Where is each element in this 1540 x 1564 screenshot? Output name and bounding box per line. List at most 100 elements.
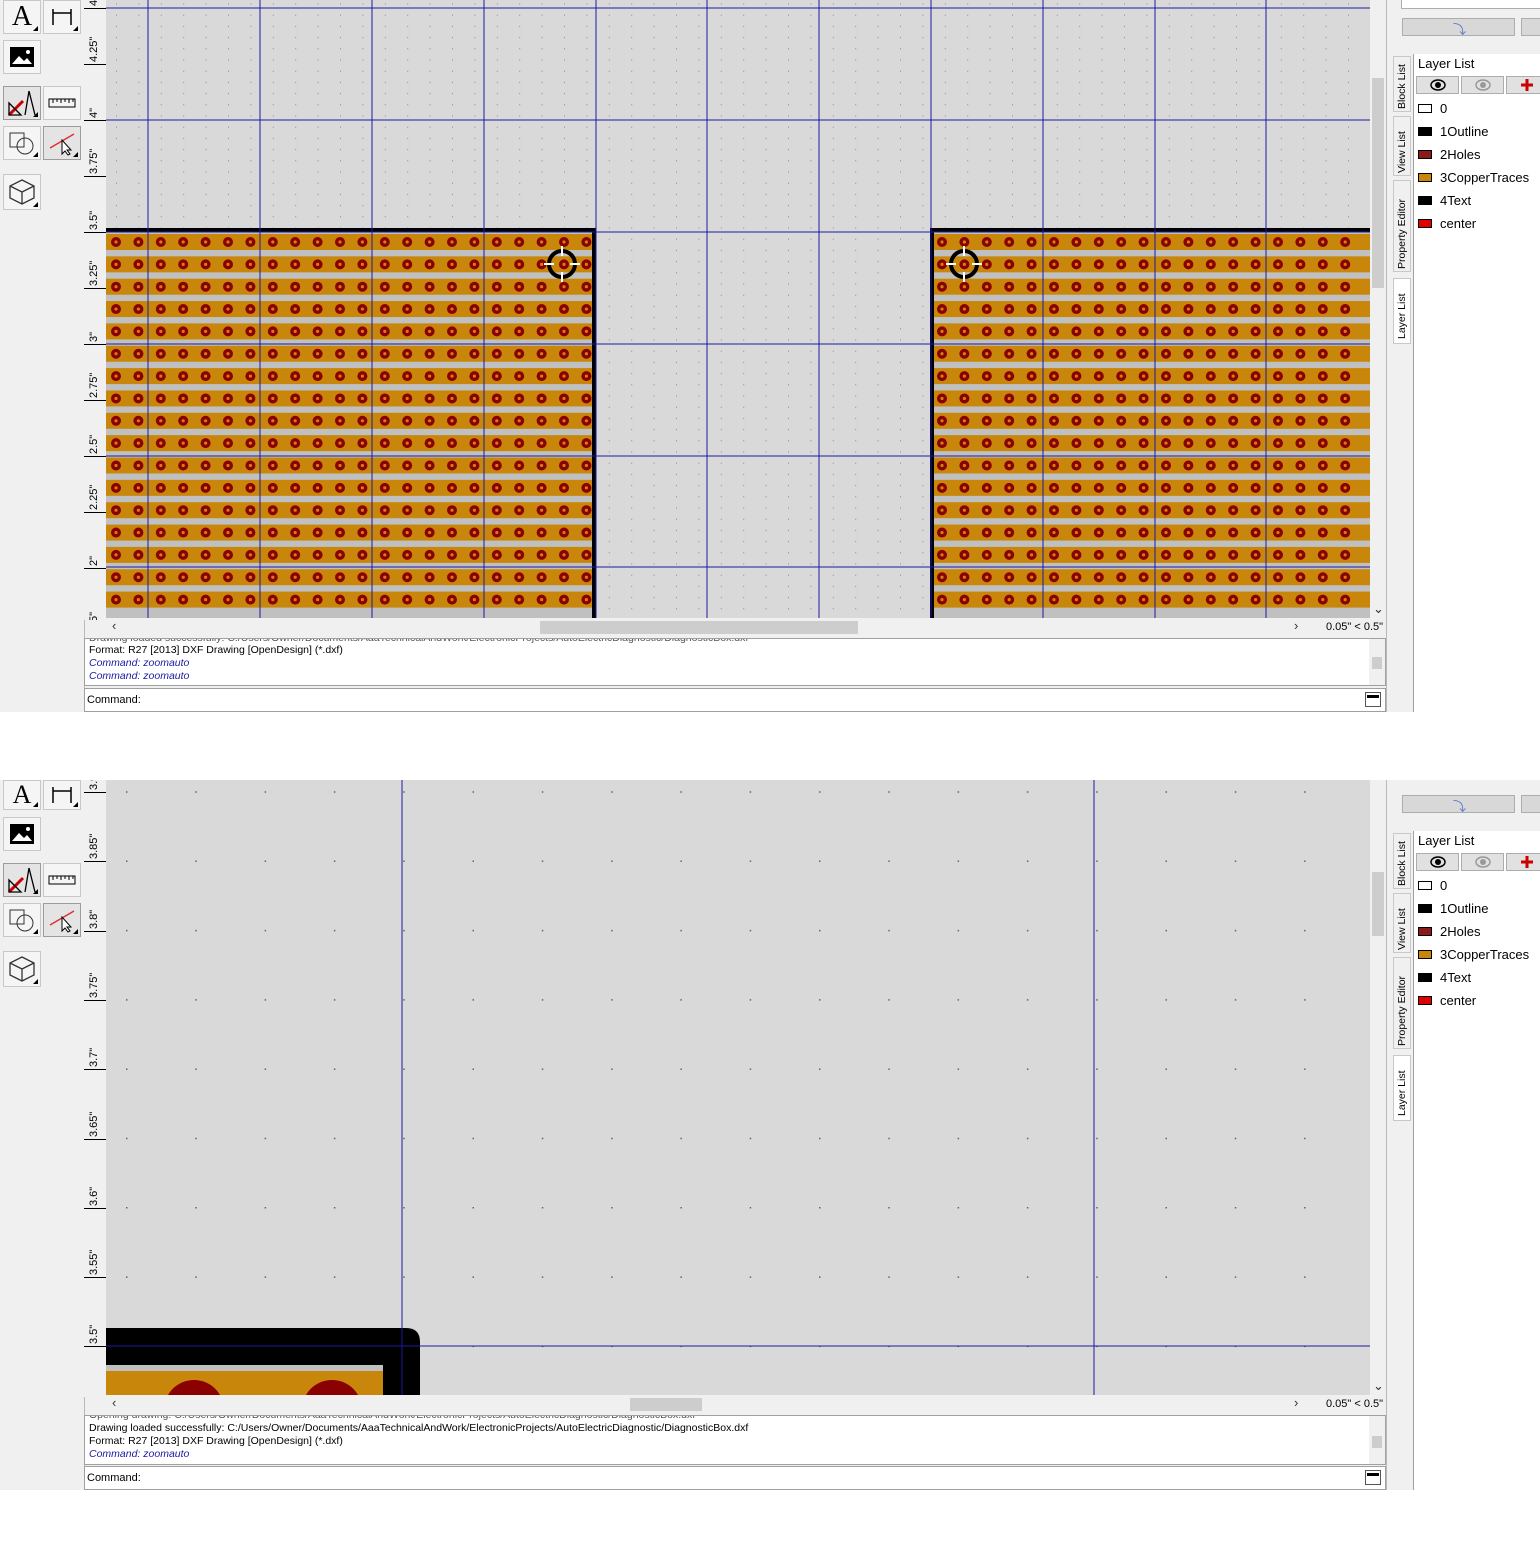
- pad-center: [1343, 419, 1347, 423]
- draw-tool-button[interactable]: [3, 86, 41, 120]
- drawing-canvas[interactable]: [106, 780, 1370, 1397]
- command-input-row[interactable]: Command:: [84, 688, 1386, 712]
- horizontal-scrollbar[interactable]: ‹ ›: [106, 1395, 1370, 1413]
- layer-item[interactable]: 1Outline: [1418, 898, 1488, 918]
- measure-tool-button[interactable]: [43, 86, 81, 120]
- pad-center: [1097, 419, 1101, 423]
- 3d-view-tool-button[interactable]: [3, 174, 41, 210]
- grid-spacing-status: 0.05" < 0.5": [1326, 621, 1384, 633]
- layer-item[interactable]: 4Text: [1418, 190, 1471, 210]
- pad-center: [159, 329, 163, 333]
- 3d-view-tool-button[interactable]: [3, 951, 41, 987]
- vertical-scroll-thumb[interactable]: [1372, 78, 1384, 288]
- vertical-scrollbar[interactable]: ⌄: [1370, 0, 1386, 620]
- measure-tool-button[interactable]: [43, 863, 81, 897]
- scroll-down-icon[interactable]: ⌄: [1373, 1378, 1384, 1394]
- pad-center: [114, 441, 118, 445]
- show-all-layers-button[interactable]: [1416, 853, 1459, 871]
- layer-item[interactable]: 2Holes: [1418, 921, 1480, 941]
- dock-extra-button[interactable]: [1521, 18, 1540, 36]
- dock-down-button[interactable]: ⤵: [1402, 18, 1515, 37]
- pad-center: [962, 262, 967, 266]
- pad-center: [1052, 598, 1056, 602]
- tab-view-list[interactable]: View List: [1393, 893, 1411, 953]
- layer-item[interactable]: 2Holes: [1418, 144, 1480, 164]
- shapes-tool-button[interactable]: [3, 126, 41, 160]
- layer-item[interactable]: 3CopperTraces: [1418, 944, 1529, 964]
- pad-center: [985, 441, 989, 445]
- hide-all-layers-button[interactable]: [1461, 76, 1504, 94]
- layer-item[interactable]: center: [1418, 213, 1476, 233]
- tab-view-list[interactable]: View List: [1393, 116, 1411, 176]
- add-layer-button[interactable]: [1506, 853, 1540, 871]
- tab-property-editor[interactable]: Property Editor: [1393, 180, 1411, 272]
- show-all-layers-button[interactable]: [1416, 76, 1459, 94]
- tab-block-list[interactable]: Block List: [1393, 56, 1411, 112]
- pad-center: [428, 329, 432, 333]
- layer-list-title: Layer List: [1418, 833, 1475, 848]
- hide-all-layers-button[interactable]: [1461, 853, 1504, 871]
- pad-center: [248, 419, 252, 423]
- pad-center: [940, 285, 944, 289]
- pad-center: [962, 486, 967, 490]
- shapes-tool-button[interactable]: [3, 903, 41, 937]
- draw-tool-button[interactable]: [3, 863, 41, 897]
- horizontal-scrollbar[interactable]: ‹ ›: [106, 618, 1370, 636]
- add-layer-button[interactable]: [1506, 76, 1540, 94]
- pad-center: [517, 329, 521, 333]
- select-tool-button[interactable]: [43, 903, 81, 937]
- dock-down-button[interactable]: ⤵: [1402, 795, 1515, 814]
- image-tool-button[interactable]: [3, 40, 41, 74]
- ruler-tick: [84, 64, 106, 65]
- scroll-right-icon[interactable]: ›: [1294, 1395, 1298, 1410]
- layer-item[interactable]: 1Outline: [1418, 121, 1488, 141]
- pad-center: [293, 374, 297, 378]
- pad-center: [405, 307, 409, 311]
- tab-block-list[interactable]: Block List: [1393, 833, 1411, 889]
- pad-center: [1209, 441, 1213, 445]
- layer-item[interactable]: 0: [1418, 98, 1447, 118]
- maximize-console-icon[interactable]: [1365, 692, 1381, 707]
- pad-center: [985, 352, 989, 356]
- tab-layer-list[interactable]: Layer List: [1393, 278, 1411, 344]
- pad-center: [1209, 598, 1213, 602]
- dock-extra-button[interactable]: [1521, 795, 1540, 813]
- scroll-down-icon[interactable]: ⌄: [1373, 601, 1384, 617]
- dimension-tool-button[interactable]: [43, 0, 81, 34]
- scroll-left-icon[interactable]: ‹: [112, 1395, 116, 1410]
- pad-center: [293, 396, 297, 401]
- vertical-scrollbar[interactable]: ⌄: [1370, 780, 1386, 1397]
- layer-item[interactable]: 3CopperTraces: [1418, 167, 1529, 187]
- layer-item[interactable]: 4Text: [1418, 967, 1471, 987]
- tab-layer-list[interactable]: Layer List: [1393, 1055, 1411, 1121]
- drawing-canvas[interactable]: [106, 0, 1370, 620]
- tab-property-editor[interactable]: Property Editor: [1393, 957, 1411, 1049]
- pad-center: [405, 575, 409, 579]
- pad-center: [338, 374, 342, 378]
- layer-item[interactable]: center: [1418, 990, 1476, 1010]
- horizontal-scroll-thumb[interactable]: [540, 621, 858, 634]
- pad-center: [204, 553, 208, 557]
- layer-item[interactable]: 0: [1418, 875, 1447, 895]
- select-tool-button[interactable]: [43, 126, 81, 160]
- scroll-left-icon[interactable]: ‹: [112, 618, 116, 633]
- pad-center: [1343, 530, 1347, 535]
- pad-center: [226, 262, 230, 266]
- text-tool-button[interactable]: A: [3, 0, 41, 34]
- pad-center: [316, 419, 320, 423]
- history-scrollbar[interactable]: [1369, 1416, 1385, 1464]
- pad-center: [1276, 285, 1280, 289]
- image-tool-button[interactable]: [3, 817, 41, 851]
- history-scrollbar[interactable]: [1369, 639, 1385, 685]
- maximize-console-icon[interactable]: [1365, 1470, 1381, 1485]
- pad-center: [114, 575, 118, 579]
- pad-center: [562, 553, 566, 557]
- text-tool-button[interactable]: A: [3, 780, 41, 810]
- horizontal-scroll-thumb[interactable]: [630, 1398, 702, 1411]
- command-input-row[interactable]: Command:: [84, 1466, 1386, 1490]
- pad-center: [1298, 307, 1302, 311]
- vertical-scroll-thumb[interactable]: [1372, 872, 1384, 936]
- dimension-tool-button[interactable]: [43, 780, 81, 810]
- pad-center: [1097, 508, 1101, 512]
- scroll-right-icon[interactable]: ›: [1294, 618, 1298, 633]
